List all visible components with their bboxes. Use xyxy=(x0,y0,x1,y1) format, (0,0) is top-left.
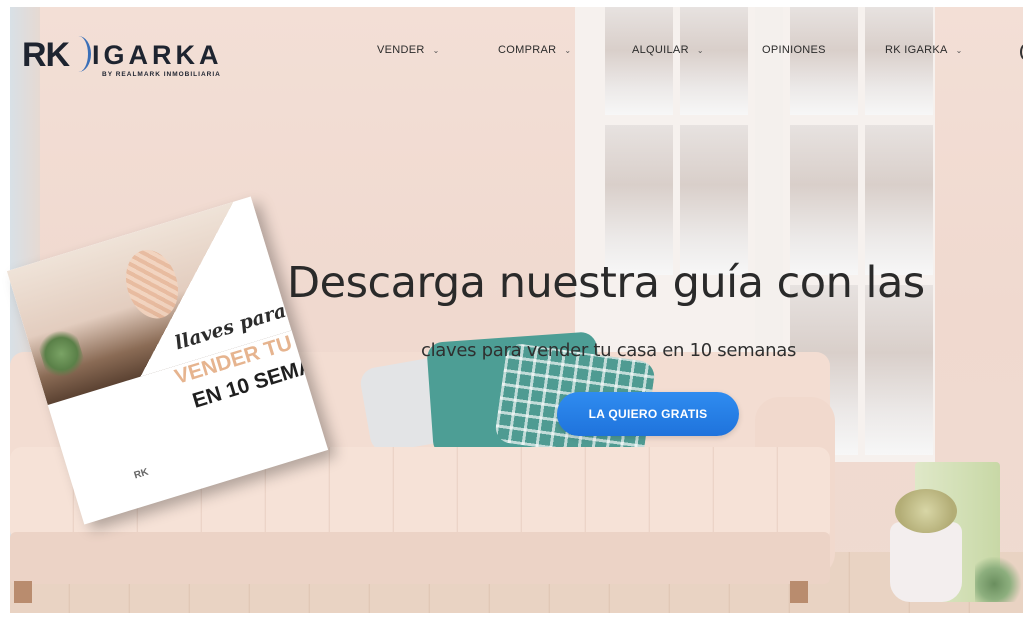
chevron-down-icon: ⌄ xyxy=(955,46,963,55)
logo-tagline: BY REALMARK INMOBILIARIA xyxy=(102,71,221,78)
sofa-leg xyxy=(14,581,32,603)
nav-item-label: ALQUILAR xyxy=(632,44,689,56)
nav-item-label: COMPRAR xyxy=(498,44,557,56)
plant-leaves xyxy=(975,557,1023,602)
round-vase xyxy=(890,522,962,602)
book-logo-mark: RK xyxy=(132,466,150,482)
sofa-base xyxy=(10,532,830,584)
site-header: RK IGARKA BY REALMARK INMOBILIARIA VENDE… xyxy=(10,7,1023,87)
hero-subtitle: claves para vender tu casa en 10 semanas xyxy=(421,340,797,361)
nav-item-comprar[interactable]: COMPRAR ⌄ xyxy=(498,44,571,56)
plant-ball xyxy=(895,489,957,533)
main-nav: VENDER ⌄ COMPRAR ⌄ ALQUILAR ⌄ OPINIONES RK … xyxy=(10,44,1023,64)
nav-item-alquilar[interactable]: ALQUILAR ⌄ xyxy=(632,44,704,56)
nav-item-vender[interactable]: VENDER ⌄ xyxy=(377,44,440,56)
chevron-down-icon: ⌄ xyxy=(564,46,572,55)
chevron-down-icon: ⌄ xyxy=(432,46,440,55)
sofa-leg xyxy=(790,581,808,603)
nav-item-label: OPINIONES xyxy=(762,44,826,56)
nav-item-opiniones[interactable]: OPINIONES xyxy=(762,44,826,56)
hero-title: Descarga nuestra guía con las xyxy=(287,258,925,308)
nav-item-rk-igarka[interactable]: RK IGARKA ⌄ xyxy=(885,44,963,56)
download-guide-button[interactable]: LA QUIERO GRATIS xyxy=(557,392,739,436)
nav-item-label: VENDER xyxy=(377,44,425,56)
nav-item-label: RK IGARKA xyxy=(885,44,948,56)
chevron-down-icon: ⌄ xyxy=(696,46,704,55)
